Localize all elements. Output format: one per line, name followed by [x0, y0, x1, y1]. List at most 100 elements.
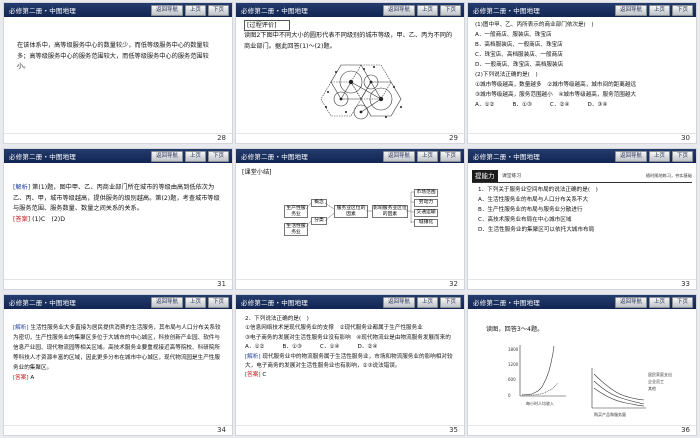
slide-header: 必修第二册・中图地理 返回导航 上页 下页 [468, 3, 696, 17]
prev-page-button[interactable]: 上页 [184, 151, 206, 162]
analysis-label: [解析] [13, 325, 29, 331]
option-d[interactable]: D．生活性服务业的集聚区可以依托大城市布局 [478, 225, 688, 235]
header-title: 必修第二册・中图地理 [241, 299, 308, 307]
slide-thumbnail-31[interactable]: 必修第二册・中图地理 返回导航 上页 下页 [解析] 第(1)题，图中甲、乙、丙… [4, 149, 232, 289]
prev-page-button[interactable]: 上页 [648, 5, 670, 16]
statement-line: ③电子商务的发展对生活性服务业没有影响 ④现代物流业是由物流服务发展而来的 [245, 334, 451, 341]
y-tick-label: 1800 [508, 347, 519, 352]
nav-back-button[interactable]: 返回导航 [150, 297, 183, 308]
option-c[interactable]: C．高技术服务业布局在中心城市区域 [478, 215, 688, 225]
page-number: 28 [217, 134, 226, 142]
next-page-button[interactable]: 下页 [207, 5, 229, 16]
nav-back-button[interactable]: 返回导航 [614, 297, 647, 308]
banner-subtitle: 课堂练习 [502, 174, 522, 179]
next-page-button[interactable]: 下页 [439, 151, 461, 162]
analysis-block: [解析] 第(1)题，图中甲、乙、丙商业部门所在城市的等级由高到低依次为乙、丙、… [13, 183, 223, 225]
intro-text: 读图，回答3～4题。 [486, 326, 544, 333]
next-page-button[interactable]: 下页 [671, 5, 693, 16]
option-a[interactable]: A．①② [245, 343, 264, 352]
option-d[interactable]: D．一般商店、珠宝店、高档服装店 [475, 60, 691, 70]
question-block: (1)图中甲、乙、丙所表示的商业部门依次是( ) A．一般商店、服装店、珠宝店 … [475, 20, 691, 110]
option-d[interactable]: D．③④ [587, 100, 607, 110]
header-title: 必修第二册・中图地理 [473, 153, 540, 161]
slide-thumbnail-30[interactable]: 必修第二册・中图地理 返回导航 上页 下页 (1)图中甲、乙、丙所表示的商业部门… [468, 3, 696, 143]
prev-page-button[interactable]: 上页 [416, 297, 438, 308]
header-title: 必修第二册・中图地理 [241, 153, 308, 161]
section-tag: [过程评价] [244, 20, 290, 31]
slide-footer: 32 [236, 279, 464, 289]
option-c[interactable]: C．珠宝店、高档服装店、一般商店 [475, 50, 691, 60]
nav-back-button[interactable]: 返回导航 [382, 151, 415, 162]
option-d[interactable]: D．②④ [357, 343, 377, 352]
slide-text: 在该体系中，高等级服务中心的数量较少，而低等级服务中心的数量较多；高等级服务中心… [17, 42, 209, 70]
option-b[interactable]: B．①③ [512, 100, 531, 110]
slide-header: 必修第二册・中图地理 返回导航 上页 下页 [236, 149, 464, 163]
slide-footer: 35 [236, 425, 464, 435]
concept-map-connectors [305, 191, 414, 228]
option-c[interactable]: C．②④ [550, 100, 570, 110]
nav-back-button[interactable]: 返回导航 [150, 5, 183, 16]
next-page-button[interactable]: 下页 [207, 297, 229, 308]
option-b[interactable]: B．①③ [282, 343, 301, 352]
prev-page-button[interactable]: 上页 [416, 5, 438, 16]
question-1: (1)图中甲、乙、丙所表示的商业部门依次是( ) [475, 22, 594, 28]
analysis-text: 现代服务业中的物流服务属于生活性服务业，市场和物流服务业的影响相对较大，电子商务… [245, 353, 453, 370]
slide-thumbnail-35[interactable]: 必修第二册・中图地理 返回导航 上页 下页 2．下列说法正确的是( ) ①信息网… [236, 295, 464, 435]
nav-back-button[interactable]: 返回导航 [614, 5, 647, 16]
prev-page-button[interactable]: 上页 [648, 297, 670, 308]
header-title: 必修第二册・中图地理 [9, 299, 76, 307]
option-c[interactable]: C．①④ [320, 343, 340, 352]
option-b[interactable]: B．生产性服务业的布局与服务业分散进行 [478, 205, 688, 215]
statement-line: ①信息网络技术是现代服务业的支撑 ②现代服务业都属于生产性服务业 [245, 325, 423, 332]
prev-page-button[interactable]: 上页 [184, 5, 206, 16]
statement-line: ①城市等级越高，数量越多 ②城市等级越高，城市间的距离越远 [475, 82, 637, 88]
next-page-button[interactable]: 下页 [439, 297, 461, 308]
page-number: 29 [449, 134, 458, 142]
y-tick-label: 0 [508, 393, 511, 398]
slide-footer: 30 [468, 133, 696, 143]
legend-label: 居民家庭支出 [648, 371, 672, 377]
option-a[interactable]: A．一般商店、服装店、珠宝店 [475, 30, 691, 40]
analysis-text: 生活性服务业大多直接为居民提供消费的生活服务，其布局与人口分布关系较为密切，生产… [13, 325, 221, 371]
nav-back-button[interactable]: 返回导航 [382, 5, 415, 16]
slide-thumbnail-34[interactable]: 必修第二册・中图地理 返回导航 上页 下页 [解析] 生活性服务业大多直接为居民… [4, 295, 232, 435]
next-page-button[interactable]: 下页 [207, 151, 229, 162]
slide-thumbnail-29[interactable]: 必修第二册・中图地理 返回导航 上页 下页 [过程评价] 读图2下图中不同大小的… [236, 3, 464, 143]
prev-page-button[interactable]: 上页 [648, 151, 670, 162]
prev-page-button[interactable]: 上页 [416, 151, 438, 162]
nav-back-button[interactable]: 返回导航 [382, 297, 415, 308]
next-page-button[interactable]: 下页 [439, 5, 461, 16]
slide-header: 必修第二册・中图地理 返回导航 上页 下页 [236, 3, 464, 17]
prev-page-button[interactable]: 上页 [184, 297, 206, 308]
y-tick-label: 1200 [508, 362, 519, 367]
hexagon-network-diagram [320, 64, 402, 120]
question-text: 2．下列说法正确的是( ) [245, 316, 309, 322]
page-number: 34 [217, 426, 226, 434]
banner-title: 提能力 [472, 170, 498, 182]
slide-thumbnail-33[interactable]: 必修第二册・中图地理 返回导航 上页 下页 提能力 课堂练习 随时随地练习，夯实… [468, 149, 696, 289]
nav-back-button[interactable]: 返回导航 [150, 151, 183, 162]
slide-thumbnail-28[interactable]: 必修第二册・中图地理 返回导航 上页 下页 在该体系中，高等级服务中心的数量较少… [4, 3, 232, 143]
question-block: 2．下列说法正确的是( ) ①信息网络技术是现代服务业的支撑 ②现代服务业都属于… [245, 315, 457, 381]
option-b[interactable]: B．高档服装店、一般商店、珠宝店 [475, 40, 691, 50]
next-page-button[interactable]: 下页 [671, 297, 693, 308]
slide-footer: 33 [468, 279, 696, 289]
option-a[interactable]: A．生活性服务业的布局与人口分布关系不大 [478, 195, 688, 205]
next-page-button[interactable]: 下页 [671, 151, 693, 162]
analysis-label: [解析] [245, 353, 261, 360]
x-axis-label: 每小时人均收入 [526, 400, 554, 406]
slide-footer: 36 [468, 425, 696, 435]
analysis-text: 第(1)题，图中甲、乙、丙商业部门所在城市的等级由高到低依次为乙、丙、甲，城市等… [13, 184, 220, 212]
slide-footer: 31 [4, 279, 232, 289]
nav-back-button[interactable]: 返回导航 [614, 151, 647, 162]
slide-grid: 必修第二册・中图地理 返回导航 上页 下页 在该体系中，高等级服务中心的数量较少… [0, 0, 700, 438]
header-title: 必修第二册・中图地理 [9, 153, 76, 161]
answer-label: [答案] [13, 215, 31, 223]
left-line-chart: 1800 1200 600 0 每小时人均收入 [508, 345, 566, 406]
option-a[interactable]: A．①② [475, 100, 494, 110]
answer-label: [答案] [245, 372, 261, 379]
slide-header: 必修第二册・中图地理 返回导航 上页 下页 [468, 295, 696, 309]
slide-thumbnail-36[interactable]: 必修第二册・中图地理 返回导航 上页 下页 读图，回答3～4题。 1800 12… [468, 295, 696, 435]
slide-thumbnail-32[interactable]: 必修第二册・中图地理 返回导航 上页 下页 [课堂小结] 生产性服务业 生活性服… [236, 149, 464, 289]
header-title: 必修第二册・中图地理 [241, 7, 308, 15]
